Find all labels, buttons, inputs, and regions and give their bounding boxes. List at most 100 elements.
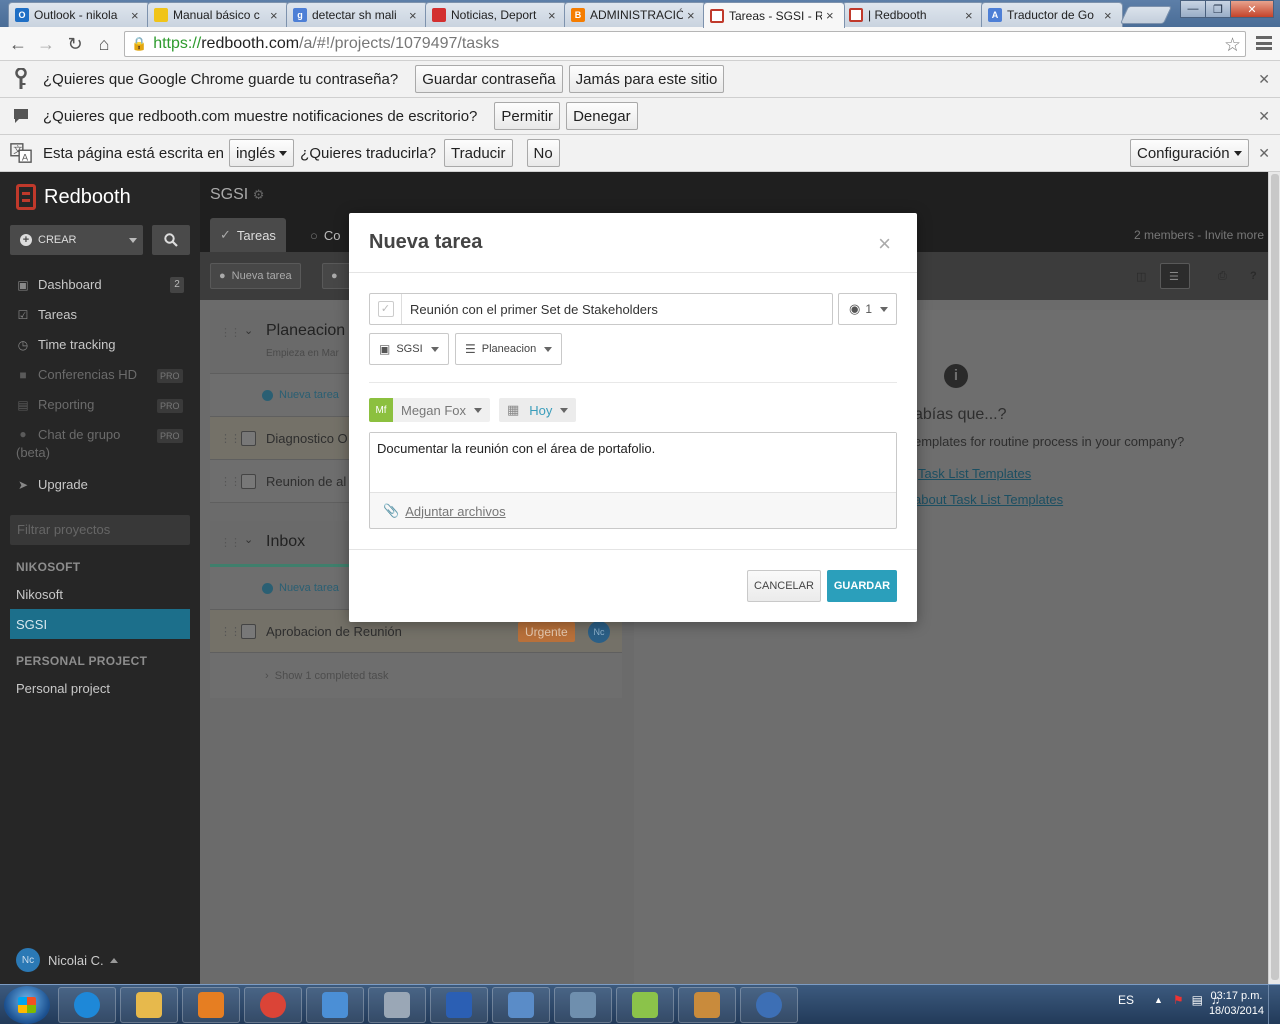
taskbar-app-button[interactable] [182, 987, 240, 1023]
network-icon[interactable]: ▤ [1192, 993, 1203, 1007]
project-link[interactable]: SGSI [16, 617, 47, 632]
create-button[interactable]: + CREAR [10, 225, 143, 255]
project-link[interactable]: Personal project [16, 681, 110, 696]
drag-handle-icon[interactable]: ⋮⋮ [220, 475, 241, 488]
sidebar-item-tareas[interactable]: ☑ Tareas [16, 307, 77, 322]
filter-projects-input[interactable]: Filtrar proyectos [10, 515, 190, 545]
restore-icon[interactable]: ❐ [1205, 0, 1231, 18]
avatar[interactable]: Nc [588, 621, 610, 643]
infobar-close-icon[interactable]: ✕ [1258, 145, 1270, 162]
list-view-icon[interactable]: ☰ [1160, 263, 1190, 289]
cancel-button[interactable]: CANCELAR [747, 570, 821, 602]
allow-notifications-button[interactable]: Permitir [494, 102, 561, 130]
sidebar-item-time-tracking[interactable]: ◷ Time tracking [16, 337, 116, 352]
new-task-button[interactable]: ● Nueva tarea [210, 263, 301, 289]
browser-tab[interactable]: g detectar sh mali × [286, 2, 428, 27]
task-checkbox[interactable] [241, 474, 256, 489]
minimize-icon[interactable]: — [1180, 0, 1206, 18]
page-scrollbar[interactable] [1268, 172, 1280, 984]
user-menu[interactable]: Nc Nicolai C. [16, 948, 118, 972]
translate-button[interactable]: Traducir [444, 139, 513, 167]
drag-handle-icon[interactable]: ⋮⋮ [220, 625, 241, 638]
project-dropdown[interactable]: ▣ SGSI [369, 333, 449, 365]
project-link[interactable]: Nikosoft [16, 587, 63, 602]
tab-tareas[interactable]: ✓ Tareas [210, 218, 286, 252]
system-clock[interactable]: 03:17 p.m. 18/03/2014 [1209, 989, 1264, 1019]
tasklist-title[interactable]: Inbox [266, 533, 305, 551]
sidebar-item-chat[interactable]: ● Chat de grupo (beta) [16, 427, 120, 460]
add-list-button[interactable]: ● [322, 263, 352, 289]
attach-files-link[interactable]: 📎 Adjuntar archivos [383, 503, 506, 519]
tab-close-icon[interactable]: × [409, 8, 421, 23]
windows-start-button[interactable] [4, 986, 50, 1024]
assignee-dropdown[interactable]: Mf Megan Fox [369, 398, 491, 422]
taskbar-app-button[interactable] [492, 987, 550, 1023]
taskbar-app-button[interactable] [554, 987, 612, 1023]
tab-close-icon[interactable]: × [131, 8, 143, 23]
browser-tab-active[interactable]: Tareas - SGSI - R × [703, 2, 845, 28]
tab-close-icon[interactable]: × [548, 8, 560, 23]
browser-tab[interactable]: O Outlook - nikola × [8, 2, 150, 27]
taskbar-app-button[interactable] [616, 987, 674, 1023]
learn-templates-link[interactable]: about Task List Templates [914, 492, 1063, 507]
task-name[interactable]: Aprobacion de Reunión [266, 624, 402, 639]
save-button[interactable]: GUARDAR [827, 570, 897, 602]
print-icon[interactable]: ⎙ [1210, 263, 1235, 289]
sidebar-item-upgrade[interactable]: ➤ Upgrade [16, 477, 88, 492]
chrome-menu-icon[interactable] [1256, 36, 1272, 50]
collapse-chevron-icon[interactable]: ⌄ [244, 324, 253, 337]
tab-close-icon[interactable]: × [826, 8, 838, 23]
sidebar-item-dashboard[interactable]: ▣ Dashboard [16, 277, 101, 292]
taskbar-app-button[interactable] [678, 987, 736, 1023]
description-textarea[interactable]: Documentar la reunión con el área de por… [370, 433, 896, 493]
help-icon[interactable]: ? [1242, 263, 1265, 289]
action-center-flag-icon[interactable]: ⚑ [1173, 993, 1184, 1007]
browser-tab[interactable]: | Redbooth × [842, 2, 984, 27]
never-save-button[interactable]: Jamás para este sitio [568, 65, 725, 93]
scrollbar-thumb[interactable] [1271, 174, 1279, 980]
infobar-close-icon[interactable]: ✕ [1258, 71, 1270, 88]
new-task-link[interactable]: Nueva tarea [262, 389, 339, 401]
address-bar[interactable]: 🔒 https://redbooth.com/a/#!/projects/107… [124, 31, 1246, 57]
taskbar-app-button[interactable] [740, 987, 798, 1023]
reload-icon[interactable]: ↻ [63, 32, 87, 56]
forward-arrow-icon[interactable]: → [34, 32, 58, 56]
gear-icon[interactable]: ⚙ [253, 187, 265, 202]
browser-tab[interactable]: Manual básico c × [147, 2, 289, 27]
language-indicator[interactable]: ES [1118, 993, 1134, 1007]
tab-close-icon[interactable]: × [687, 8, 699, 23]
tab-close-icon[interactable]: × [270, 8, 282, 23]
collapse-chevron-icon[interactable]: ⌄ [244, 533, 253, 546]
deny-notifications-button[interactable]: Denegar [566, 102, 638, 130]
task-checkbox[interactable] [241, 624, 256, 639]
task-list-templates-link[interactable]: Task List Templates [918, 466, 1031, 481]
browser-tab[interactable]: A Traductor de Go × [981, 2, 1123, 27]
tab-close-icon[interactable]: × [965, 8, 977, 23]
drag-handle-icon[interactable]: ⋮⋮ [220, 536, 241, 549]
taskbar-app-button[interactable] [430, 987, 488, 1023]
tray-expand-icon[interactable]: ▲ [1154, 995, 1163, 1005]
sidebar-item-reporting[interactable]: ▤ Reporting [16, 397, 94, 412]
tab-close-icon[interactable]: × [1104, 8, 1116, 23]
taskbar-app-button[interactable] [58, 987, 116, 1023]
redbooth-logo[interactable]: Redbooth [16, 184, 131, 210]
browser-tab[interactable]: B ADMINISTRACIÓ × [564, 2, 706, 27]
task-name[interactable]: Diagnostico O [266, 431, 348, 446]
due-date-dropdown[interactable]: ▦ Hoy [499, 398, 577, 422]
browser-tab[interactable]: Noticias, Deport × [425, 2, 567, 27]
show-completed-link[interactable]: › Show 1 completed task [265, 670, 389, 682]
translate-settings-button[interactable]: Configuración [1130, 139, 1249, 167]
language-select[interactable]: inglés [228, 139, 295, 167]
taskbar-app-button[interactable] [368, 987, 426, 1023]
back-arrow-icon[interactable]: ← [6, 32, 30, 56]
tab-conversaciones[interactable]: ○ Co [300, 218, 350, 252]
tasklist-title[interactable]: Planeacion [266, 322, 345, 340]
task-name-input[interactable] [402, 294, 832, 324]
search-button[interactable] [152, 225, 190, 255]
taskbar-app-button[interactable] [120, 987, 178, 1023]
urgent-tag[interactable]: Urgente [518, 622, 575, 642]
watchers-dropdown[interactable]: ◉ 1 [838, 293, 897, 325]
drag-handle-icon[interactable]: ⋮⋮ [220, 432, 241, 445]
drag-handle-icon[interactable]: ⋮⋮ [220, 326, 241, 339]
infobar-close-icon[interactable]: ✕ [1258, 108, 1270, 125]
